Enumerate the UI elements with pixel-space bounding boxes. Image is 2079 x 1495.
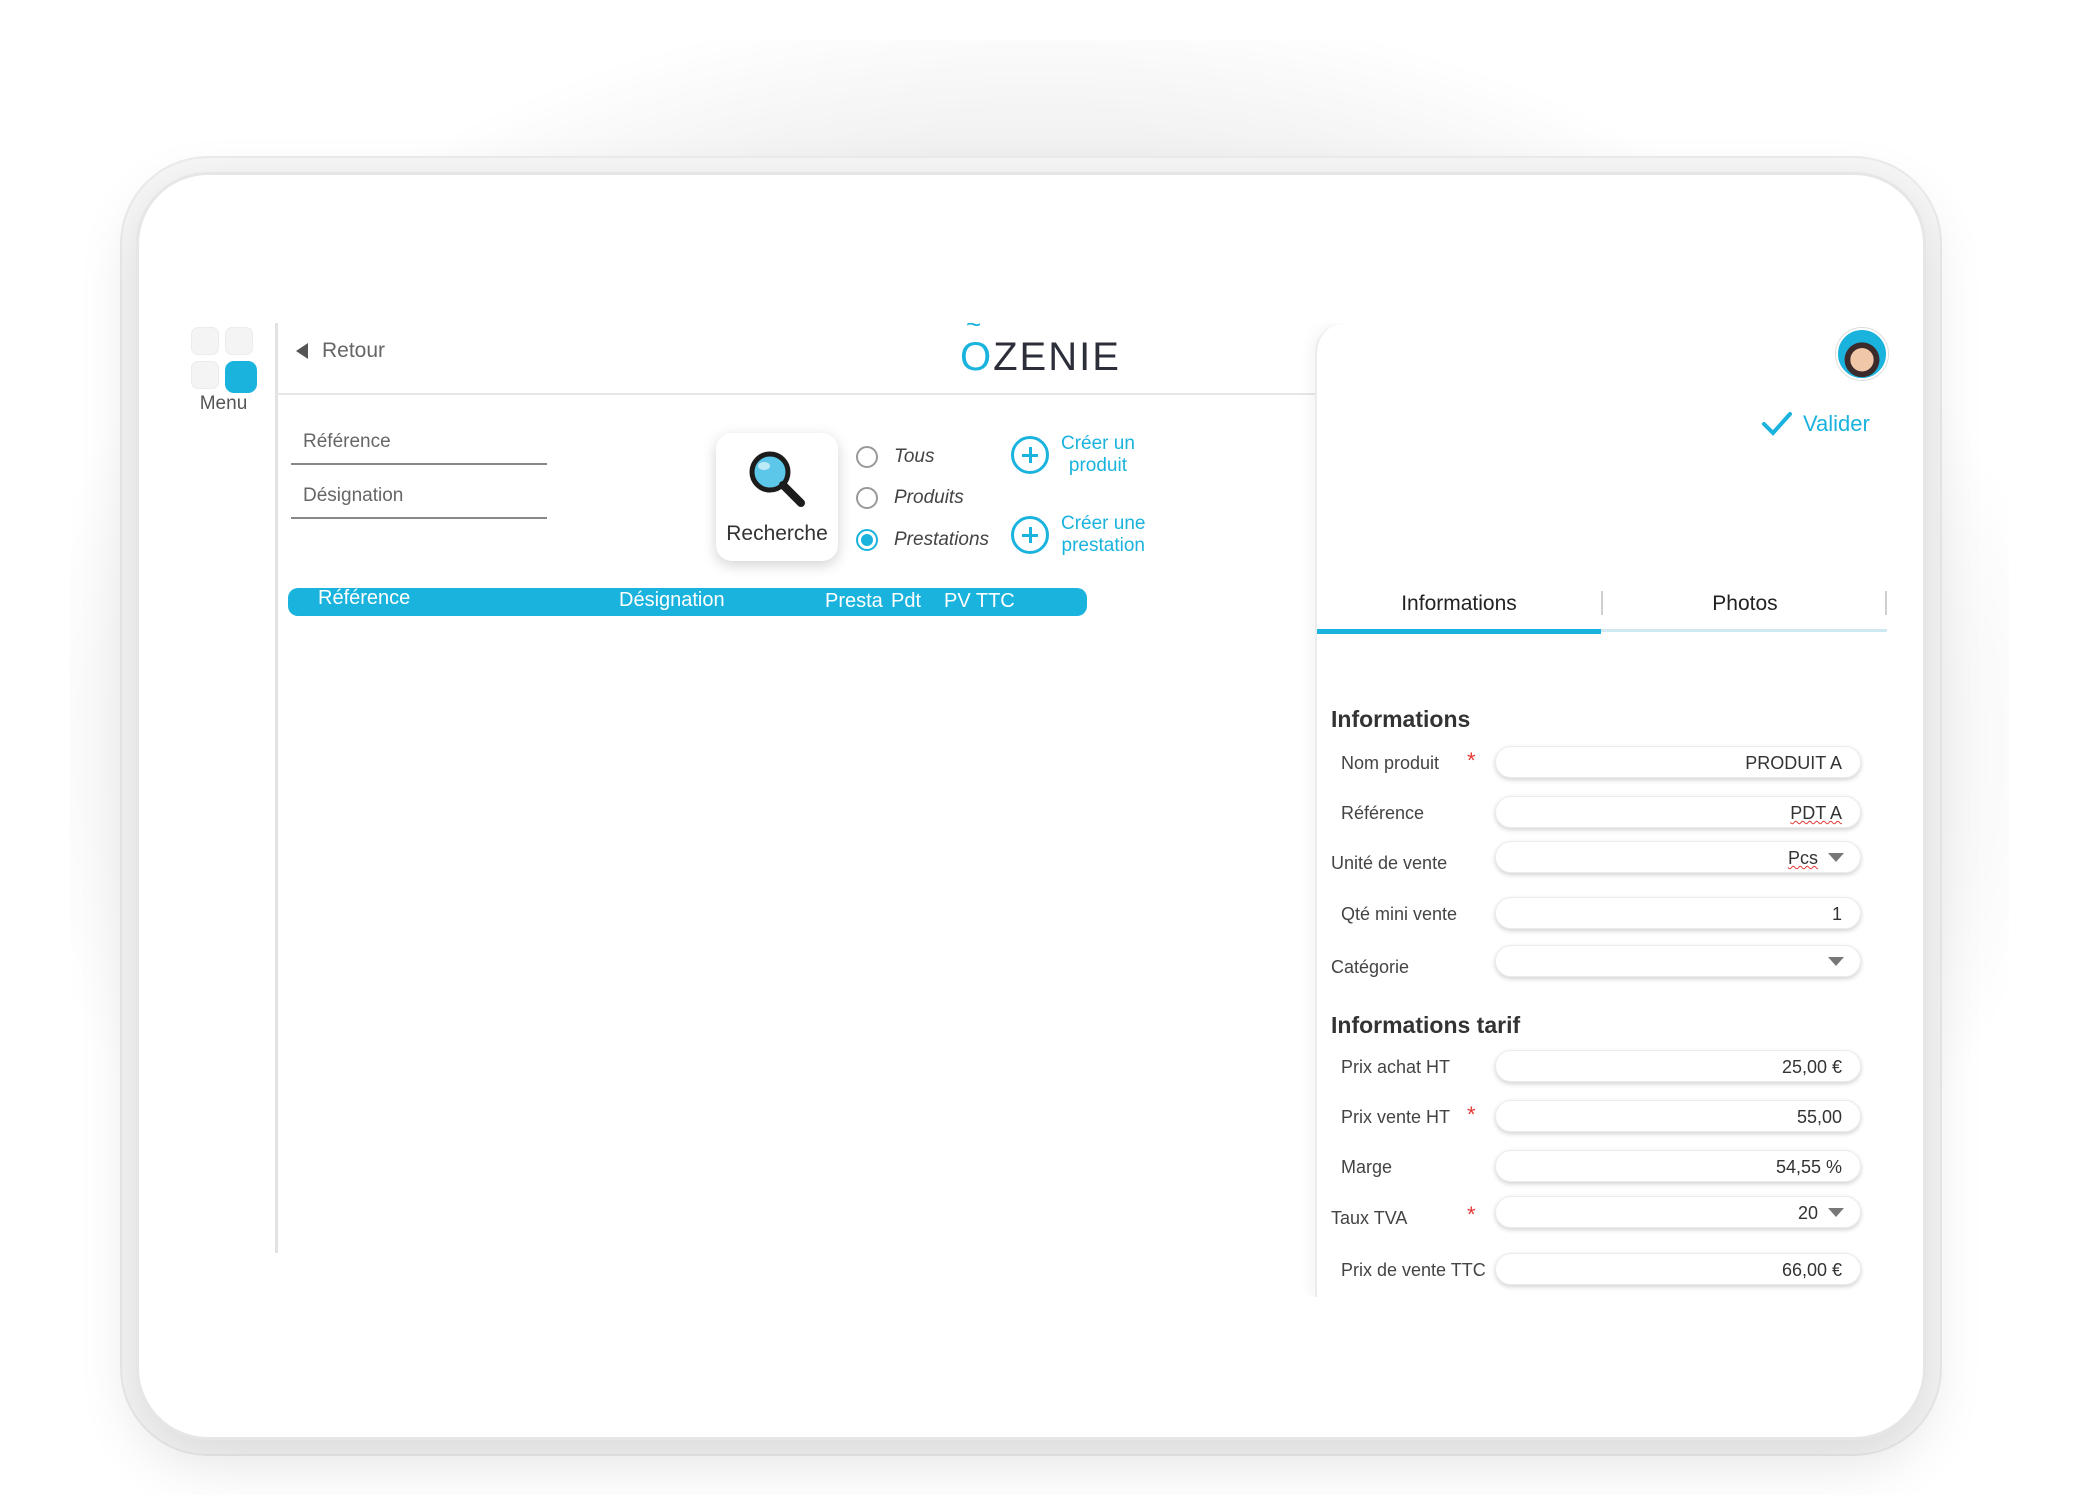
field-row-prix-vente: Prix vente HT * 55,00 — [1331, 1100, 1881, 1136]
reference-search-input[interactable]: Référence — [291, 431, 547, 465]
field-row-marge: Marge 54,55 % — [1331, 1150, 1881, 1186]
field-row-taux-tva: Taux TVA * 20 — [1331, 1196, 1881, 1232]
results-grid-header: Référence Désignation Presta Pdt PV TTC — [288, 587, 1087, 616]
required-marker: * — [1467, 748, 1476, 773]
field-row-prix-ttc: Prix de vente TTC 66,00 € — [1331, 1253, 1881, 1289]
menu-label[interactable]: Menu — [171, 393, 276, 415]
radio-products[interactable] — [856, 487, 878, 509]
prix-vente-ttc-input[interactable]: 66,00 € — [1495, 1253, 1861, 1285]
nom-produit-input[interactable]: PRODUIT A — [1495, 746, 1861, 778]
marge-input[interactable]: 54,55 % — [1495, 1150, 1861, 1182]
back-arrow-icon — [296, 343, 308, 359]
col-pv-ttc[interactable]: PV TTC — [944, 590, 1015, 613]
categorie-select[interactable] — [1495, 945, 1861, 977]
dropdown-arrow-icon — [1828, 853, 1844, 862]
field-row-categorie: Catégorie — [1331, 945, 1881, 981]
col-designation[interactable]: Désignation — [619, 589, 725, 612]
section-informations: Informations — [1331, 706, 1471, 732]
tab-separator — [1885, 591, 1887, 615]
field-row-reference: Référence PDT A — [1331, 796, 1881, 832]
field-row-nom-produit: Nom produit * PRODUIT A — [1331, 746, 1881, 782]
validate-button[interactable]: Valider — [1761, 411, 1870, 437]
dropdown-arrow-icon — [1828, 957, 1844, 966]
tab-photos[interactable]: Photos — [1603, 589, 1887, 629]
create-service-button[interactable]: Créer une prestation — [1011, 513, 1146, 557]
create-product-button[interactable]: Créer un produit — [1011, 433, 1135, 477]
radio-services[interactable] — [856, 529, 878, 551]
section-informations-tarif: Informations tarif — [1331, 1012, 1521, 1038]
dropdown-arrow-icon — [1828, 1208, 1844, 1217]
field-row-prix-achat: Prix achat HT 25,00 € — [1331, 1050, 1881, 1086]
rail-divider — [275, 323, 278, 1253]
radio-all[interactable] — [856, 446, 878, 468]
field-row-qte-mini: Qté mini vente 1 — [1331, 897, 1881, 933]
taux-tva-select[interactable]: 20 — [1495, 1196, 1861, 1228]
detail-tabs: Informations Photos — [1317, 589, 1887, 634]
filter-products[interactable]: Produits — [856, 487, 964, 509]
app-logo: OZENIE — [960, 335, 1121, 380]
qte-mini-vente-input[interactable]: 1 — [1495, 897, 1861, 929]
back-label: Retour — [322, 339, 386, 362]
app-screen: Menu Retour OZENIE Référence Désignation… — [171, 323, 1896, 1297]
menu-rail: Menu — [171, 323, 276, 1297]
back-button[interactable]: Retour — [296, 339, 385, 363]
required-marker: * — [1467, 1202, 1476, 1227]
search-button[interactable]: Recherche — [716, 433, 838, 561]
filter-services[interactable]: Prestations — [856, 529, 989, 551]
col-reference[interactable]: Référence — [318, 587, 410, 610]
reference-input[interactable]: PDT A — [1495, 796, 1861, 828]
required-marker: * — [1467, 1102, 1476, 1127]
prix-vente-ht-input[interactable]: 55,00 — [1495, 1100, 1861, 1132]
magnifier-icon — [749, 451, 805, 507]
search-button-label: Recherche — [726, 522, 828, 545]
field-row-unite-vente: Unité de vente Pcs — [1331, 841, 1881, 877]
check-icon — [1762, 412, 1792, 436]
filter-all[interactable]: Tous — [856, 446, 935, 468]
tab-informations[interactable]: Informations — [1317, 589, 1601, 634]
prix-achat-ht-input[interactable]: 25,00 € — [1495, 1050, 1861, 1082]
unite-vente-select[interactable]: Pcs — [1495, 841, 1861, 873]
col-presta[interactable]: Presta — [825, 590, 883, 613]
plus-circle-icon — [1011, 436, 1049, 474]
plus-circle-icon — [1011, 516, 1049, 554]
user-avatar[interactable] — [1836, 328, 1888, 380]
designation-search-input[interactable]: Désignation — [291, 485, 547, 519]
menu-grid-icon[interactable] — [191, 327, 257, 393]
col-pdt[interactable]: Pdt — [891, 590, 921, 613]
